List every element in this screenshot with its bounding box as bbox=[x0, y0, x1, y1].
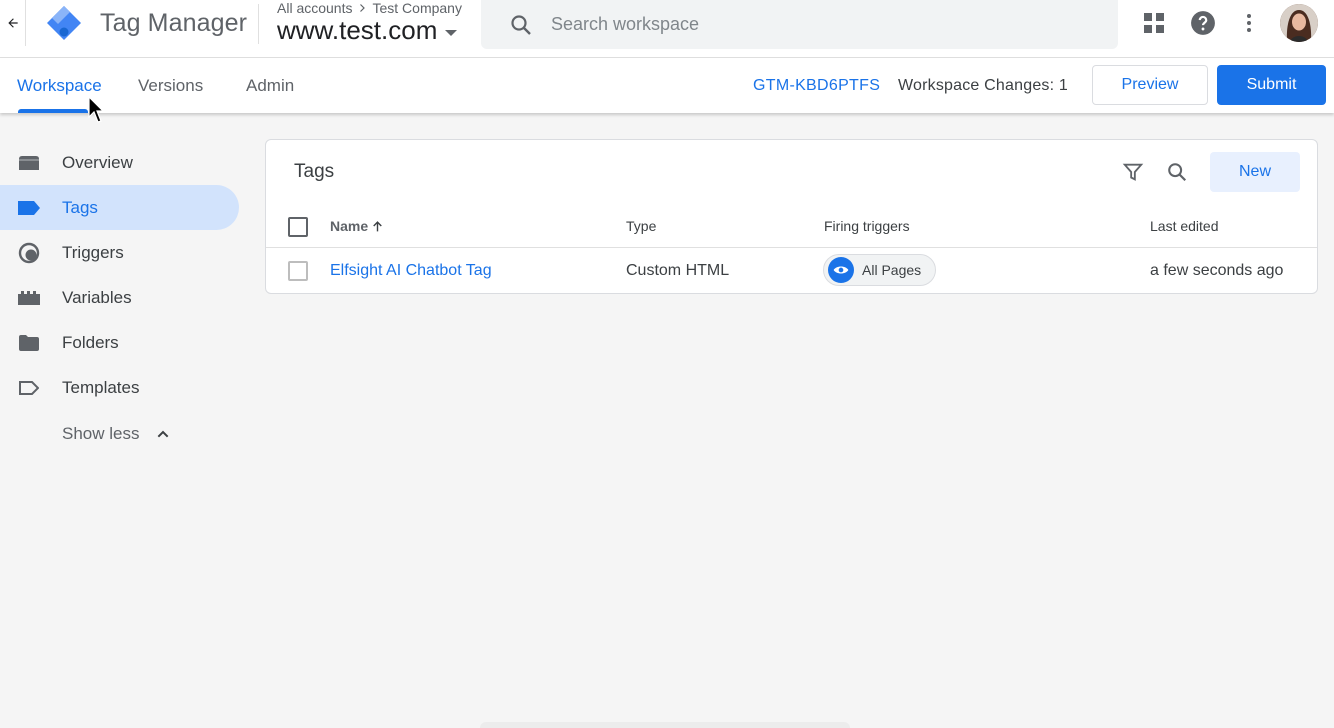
show-less-label: Show less bbox=[62, 424, 140, 443]
mouse-pointer-icon bbox=[88, 96, 104, 123]
row-checkbox[interactable] bbox=[288, 261, 308, 281]
sidebar-nav: Overview Tags Triggers Variables Folders… bbox=[0, 140, 240, 410]
back-button[interactable] bbox=[0, 0, 26, 46]
eye-icon bbox=[828, 257, 854, 283]
card-title: Tags bbox=[294, 161, 335, 182]
help-button[interactable] bbox=[1190, 10, 1216, 36]
table-header: Name Type Firing triggers Last edited bbox=[266, 206, 1317, 248]
sidebar-item-folders[interactable]: Folders bbox=[0, 320, 239, 365]
search-bar[interactable] bbox=[481, 0, 1118, 49]
arrow-up-icon bbox=[373, 220, 382, 231]
select-all-checkbox[interactable] bbox=[288, 217, 308, 237]
sidebar-item-label: Variables bbox=[62, 287, 132, 307]
arrow-back-icon bbox=[7, 18, 18, 28]
avatar-image-icon bbox=[1280, 4, 1318, 42]
apps-button[interactable] bbox=[1141, 10, 1167, 36]
trigger-icon bbox=[18, 242, 40, 264]
sidebar-item-tags[interactable]: Tags bbox=[0, 185, 239, 230]
container-name: www.test.com bbox=[277, 15, 438, 45]
tab-admin[interactable]: Admin bbox=[246, 76, 294, 96]
sidebar-item-label: Triggers bbox=[62, 242, 124, 262]
column-header-name[interactable]: Name bbox=[330, 218, 384, 234]
variables-icon bbox=[18, 287, 40, 309]
container-id-link[interactable]: GTM-KBD6PTFS bbox=[753, 77, 880, 95]
header-divider bbox=[258, 4, 259, 44]
template-icon bbox=[18, 377, 40, 399]
trigger-chip[interactable]: All Pages bbox=[823, 254, 937, 286]
breadcrumb-account[interactable]: Test Company bbox=[372, 0, 461, 16]
tab-workspace[interactable]: Workspace bbox=[17, 76, 102, 96]
sidebar-item-label: Overview bbox=[62, 152, 133, 172]
chevron-up-icon bbox=[158, 430, 169, 438]
sidebar-item-triggers[interactable]: Triggers bbox=[0, 230, 239, 275]
workspace-changes: Workspace Changes: 1 bbox=[898, 77, 1069, 94]
tab-versions[interactable]: Versions bbox=[138, 76, 203, 96]
table-search-button[interactable] bbox=[1165, 160, 1189, 184]
last-edited-value: a few seconds ago bbox=[1150, 262, 1284, 279]
help-icon bbox=[1191, 11, 1215, 35]
tag-manager-logo-icon bbox=[47, 6, 81, 40]
caret-down-icon bbox=[445, 29, 458, 36]
chevron-right-icon bbox=[360, 4, 366, 12]
container-selector[interactable]: www.test.com bbox=[277, 15, 458, 46]
tags-card: Tags New Name Type Firing triggers Last … bbox=[265, 139, 1318, 294]
folder-icon bbox=[18, 332, 40, 354]
column-header-firing-triggers: Firing triggers bbox=[824, 218, 910, 234]
new-tag-button[interactable]: New bbox=[1210, 152, 1300, 192]
apps-grid-icon bbox=[1144, 13, 1164, 33]
filter-button[interactable] bbox=[1121, 160, 1145, 184]
submit-button[interactable]: Submit bbox=[1217, 65, 1326, 105]
sidebar-item-overview[interactable]: Overview bbox=[0, 140, 239, 185]
tag-type: Custom HTML bbox=[626, 262, 730, 279]
show-less-toggle[interactable]: Show less bbox=[62, 424, 171, 444]
trigger-chip-label: All Pages bbox=[862, 262, 922, 278]
search-icon bbox=[1168, 163, 1187, 182]
column-header-label: Name bbox=[330, 218, 369, 234]
column-header-type: Type bbox=[626, 218, 657, 234]
preview-button[interactable]: Preview bbox=[1092, 65, 1208, 105]
sidebar-item-templates[interactable]: Templates bbox=[0, 365, 239, 410]
table-row[interactable]: Elfsight AI Chatbot Tag Custom HTML All … bbox=[266, 248, 1317, 294]
active-tab-indicator bbox=[18, 109, 88, 113]
sidebar-item-label: Tags bbox=[62, 197, 98, 217]
breadcrumb-accounts[interactable]: All accounts bbox=[277, 0, 352, 16]
filter-icon bbox=[1122, 163, 1144, 181]
workspace-tab-bar: Workspace Versions Admin GTM-KBD6PTFS Wo… bbox=[0, 58, 1334, 113]
search-icon bbox=[511, 14, 531, 35]
sidebar-item-label: Folders bbox=[62, 332, 119, 352]
search-input[interactable] bbox=[551, 14, 1051, 35]
sidebar-item-label: Templates bbox=[62, 377, 140, 397]
top-app-bar: Tag Manager All accounts Test Company ww… bbox=[0, 0, 1334, 58]
app-name: Tag Manager bbox=[100, 9, 248, 37]
breadcrumb: All accounts Test Company bbox=[277, 0, 462, 16]
tag-icon bbox=[18, 197, 40, 219]
tag-name-link[interactable]: Elfsight AI Chatbot Tag bbox=[330, 262, 492, 280]
more-vert-icon bbox=[1247, 14, 1251, 32]
sidebar-item-variables[interactable]: Variables bbox=[0, 275, 239, 320]
column-header-last-edited[interactable]: Last edited bbox=[1150, 218, 1219, 234]
user-avatar[interactable] bbox=[1280, 4, 1318, 42]
overview-icon bbox=[18, 152, 40, 174]
more-options-button[interactable] bbox=[1236, 10, 1262, 36]
bottom-edge-shadow bbox=[480, 722, 850, 728]
